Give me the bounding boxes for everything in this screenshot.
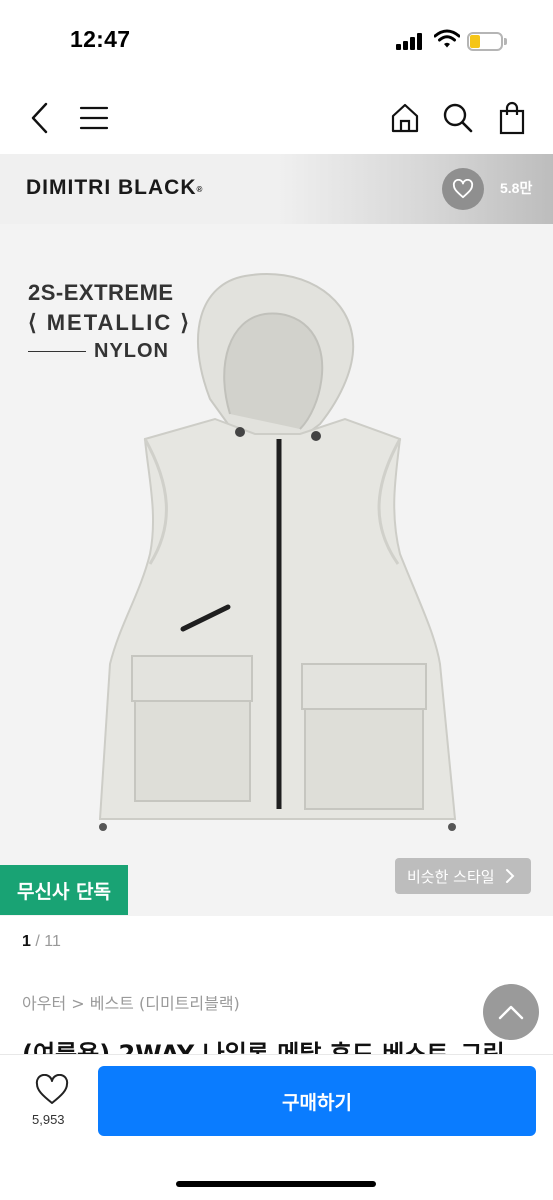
product-title: (여름용) 2WAY 나일론 메탈 후드 베스트_그린 <box>22 1040 505 1054</box>
pager-current: 1 <box>22 933 31 950</box>
pager-total: / 11 <box>30 933 61 950</box>
wishlist-count: 5,953 <box>32 1112 65 1127</box>
image-pager: 1 / 11 <box>22 933 61 951</box>
battery-icon <box>467 32 507 51</box>
vest-illustration <box>98 272 457 831</box>
buy-button[interactable]: 구매하기 <box>98 1066 536 1136</box>
menu-icon[interactable] <box>74 98 114 138</box>
similar-style-label: 비슷한 스타일 <box>407 867 495 886</box>
signal-icon <box>396 32 426 50</box>
wifi-icon <box>434 29 460 48</box>
chevron-up-icon <box>498 1005 524 1020</box>
exclusive-badge: 무신사 단독 <box>0 865 128 915</box>
back-icon[interactable] <box>20 98 60 138</box>
status-bar: 12:47 <box>0 0 553 80</box>
scroll-top-button[interactable] <box>483 984 539 1040</box>
search-icon[interactable] <box>438 98 478 138</box>
brand-like-count: 5.8만 <box>500 180 533 196</box>
home-icon[interactable] <box>385 98 425 138</box>
chevron-right-icon <box>505 869 514 883</box>
nav-bar <box>0 84 553 154</box>
home-indicator <box>176 1181 376 1187</box>
bag-icon[interactable] <box>492 98 532 138</box>
brand-like-button[interactable] <box>442 168 484 210</box>
wishlist-heart-icon[interactable] <box>34 1074 70 1106</box>
product-image[interactable]: 2S-EXTREME ⟨ METALLIC ⟩ NYLON <box>0 224 553 916</box>
brand-name[interactable]: DIMITRI BLACK® <box>26 176 202 200</box>
similar-style-button[interactable]: 비슷한 스타일 <box>395 858 531 894</box>
category-breadcrumb[interactable]: 아우터 > 베스트 (디미트리블랙) <box>22 990 240 1014</box>
status-time: 12:47 <box>70 26 131 52</box>
heart-icon <box>452 179 474 199</box>
